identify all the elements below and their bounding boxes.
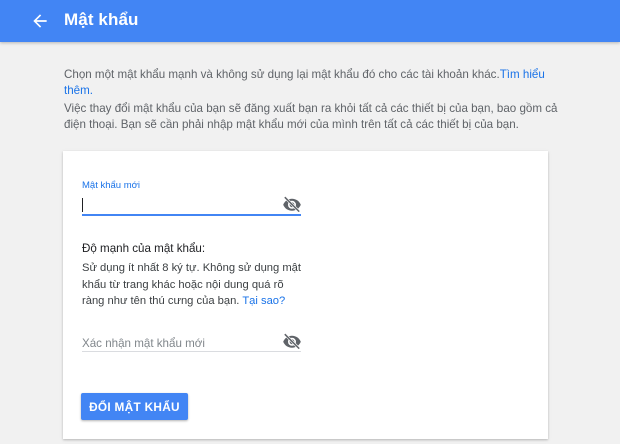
strength-title: Độ mạnh của mật khẩu: (82, 242, 206, 255)
eye-off-icon (283, 333, 301, 350)
why-link[interactable]: Tại sao? (242, 295, 285, 307)
intro-paragraph-1: Chọn một mật khẩu mạnh và không sử dụng … (64, 67, 564, 99)
confirm-password-underline (82, 351, 301, 352)
new-password-input[interactable] (82, 194, 278, 214)
text-caret (82, 198, 83, 212)
page-title: Mật khẩu (64, 10, 139, 29)
confirm-password-input[interactable] (82, 333, 278, 353)
intro-text: Chọn một mật khẩu mạnh và không sử dụng … (64, 68, 500, 81)
app-bar: Mật khẩu (0, 0, 620, 42)
back-button[interactable] (30, 11, 50, 31)
new-password-label: Mật khẩu mới (82, 180, 140, 191)
eye-off-icon (283, 196, 301, 213)
strength-description: Sử dụng ít nhất 8 ký tự. Không sử dụng m… (82, 260, 307, 310)
change-password-button[interactable]: ĐỔI MẬT KHẨU (81, 393, 188, 420)
toggle-confirm-visibility-button[interactable] (282, 333, 302, 350)
toggle-visibility-button[interactable] (282, 196, 302, 213)
intro-paragraph-2: Việc thay đổi mật khẩu của bạn sẽ đăng x… (64, 102, 558, 131)
new-password-underline (82, 214, 301, 216)
arrow-back-icon (33, 14, 47, 28)
